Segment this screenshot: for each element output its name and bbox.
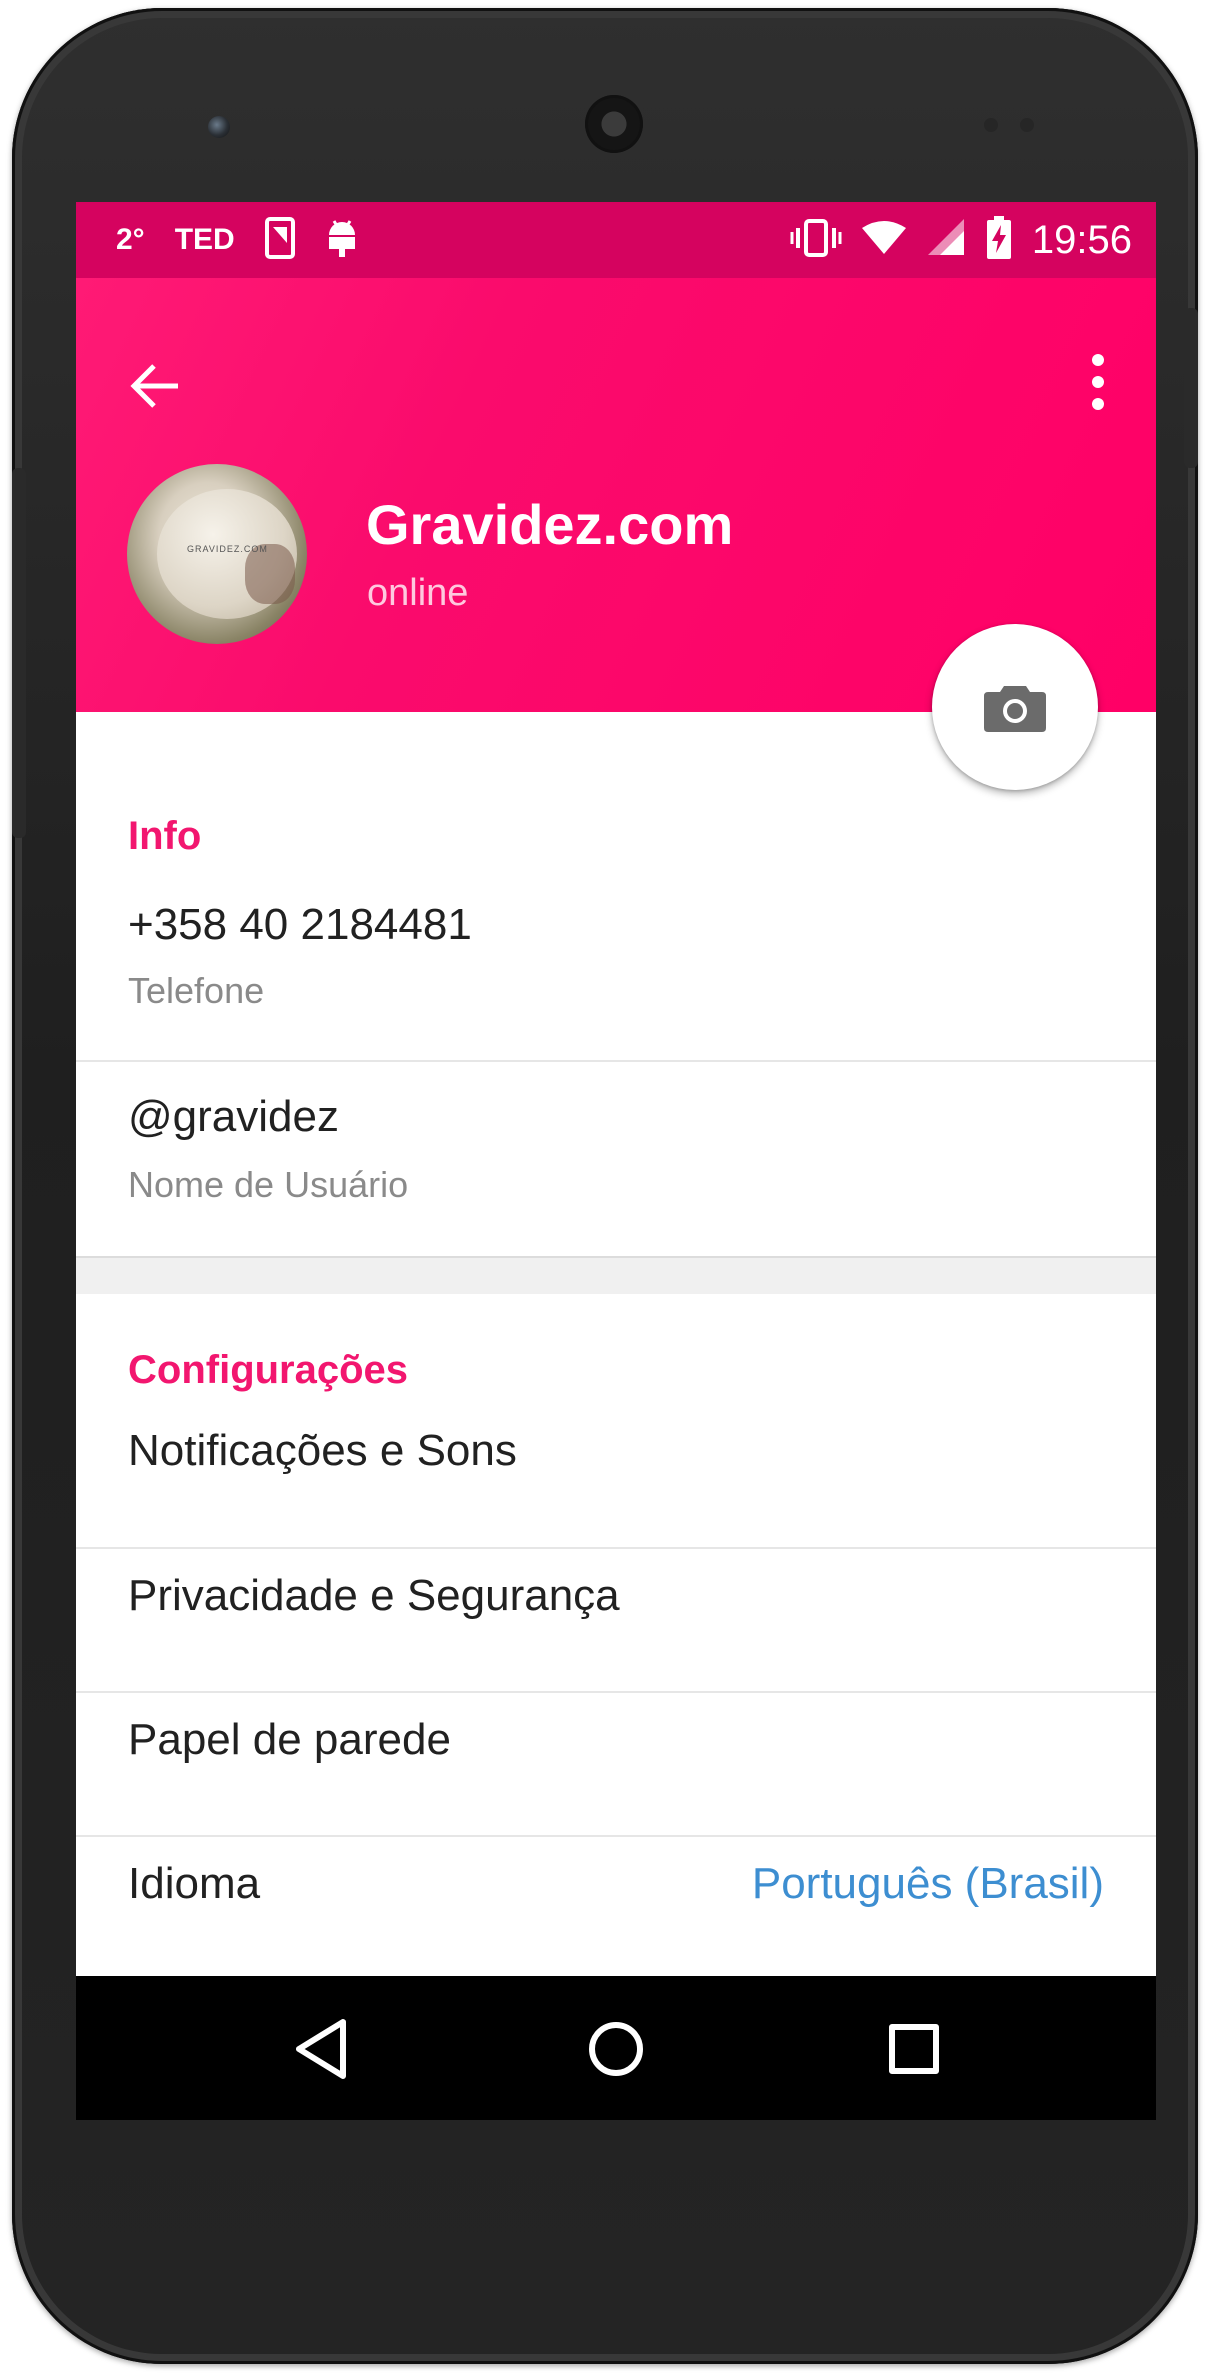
volume-button bbox=[12, 468, 26, 838]
avatar-photo-text: GRAVIDEZ.COM bbox=[187, 544, 268, 554]
proximity-sensor bbox=[984, 118, 998, 132]
username-value: @gravidez bbox=[128, 1092, 339, 1141]
camera-icon bbox=[984, 686, 1046, 732]
android-icon bbox=[325, 217, 359, 264]
phone-number-row[interactable]: +358 40 2184481 Telefone bbox=[76, 882, 1156, 1032]
wifi-icon bbox=[861, 220, 906, 261]
front-camera bbox=[208, 116, 230, 138]
overflow-menu-button[interactable] bbox=[1086, 344, 1110, 420]
nav-back-icon bbox=[296, 2019, 346, 2079]
info-section-title: Info bbox=[128, 814, 202, 858]
phone-frame: 2° TED 19:56 GRAVIDEZ.COM Gravidez.com o… bbox=[12, 8, 1198, 2364]
language-value: Português (Brasil) bbox=[751, 1859, 1104, 1908]
power-button bbox=[1184, 308, 1198, 468]
signal-icon bbox=[926, 218, 966, 262]
clock: 19:56 bbox=[1031, 217, 1132, 262]
arrow-back-icon bbox=[130, 364, 178, 408]
settings-item-label: Idioma bbox=[128, 1859, 261, 1908]
settings-item-label: Privacidade e Segurança bbox=[128, 1571, 620, 1620]
phone-number-label: Telefone bbox=[128, 970, 265, 1011]
screen: 2° TED 19:56 GRAVIDEZ.COM Gravidez.com o… bbox=[76, 202, 1156, 2120]
phone-number-value: +358 40 2184481 bbox=[128, 900, 472, 949]
more-vert-icon bbox=[1092, 354, 1104, 410]
change-photo-button[interactable] bbox=[932, 624, 1098, 790]
nav-home-button[interactable] bbox=[581, 2014, 651, 2084]
nav-home-icon bbox=[589, 2022, 643, 2076]
settings-item-label: Notificações e Sons bbox=[128, 1426, 517, 1475]
battery-charging-icon bbox=[986, 215, 1012, 265]
section-separator bbox=[76, 1256, 1156, 1294]
light-sensor bbox=[1020, 118, 1034, 132]
profile-name: Gravidez.com bbox=[366, 493, 734, 556]
settings-section-title: Configurações bbox=[128, 1348, 409, 1392]
settings-item-wallpaper[interactable]: Papel de parede bbox=[76, 1693, 1156, 1835]
profile-status: online bbox=[367, 572, 469, 614]
nav-recents-button[interactable] bbox=[879, 2014, 949, 2084]
status-bar: 2° TED 19:56 bbox=[76, 202, 1156, 278]
settings-item-privacy[interactable]: Privacidade e Segurança bbox=[76, 1549, 1156, 1691]
back-button[interactable] bbox=[126, 356, 186, 416]
username-row[interactable]: @gravidez Nome de Usuário bbox=[76, 1062, 1156, 1252]
navigation-bar bbox=[76, 1976, 1156, 2120]
ted-text: TED bbox=[174, 223, 235, 256]
earpiece-speaker bbox=[585, 95, 643, 153]
nav-recents-icon bbox=[889, 2024, 939, 2074]
settings-item-notifications[interactable]: Notificações e Sons bbox=[76, 1402, 1156, 1536]
phone-outline-icon bbox=[264, 216, 295, 264]
temperature-text: 2° bbox=[116, 223, 145, 256]
settings-item-language[interactable]: Idioma Português (Brasil) bbox=[76, 1837, 1156, 1976]
vibrate-icon bbox=[790, 218, 842, 263]
avatar[interactable]: GRAVIDEZ.COM bbox=[127, 464, 307, 644]
username-label: Nome de Usuário bbox=[128, 1164, 409, 1205]
nav-back-button[interactable] bbox=[289, 2014, 359, 2084]
settings-item-label: Papel de parede bbox=[128, 1715, 451, 1764]
